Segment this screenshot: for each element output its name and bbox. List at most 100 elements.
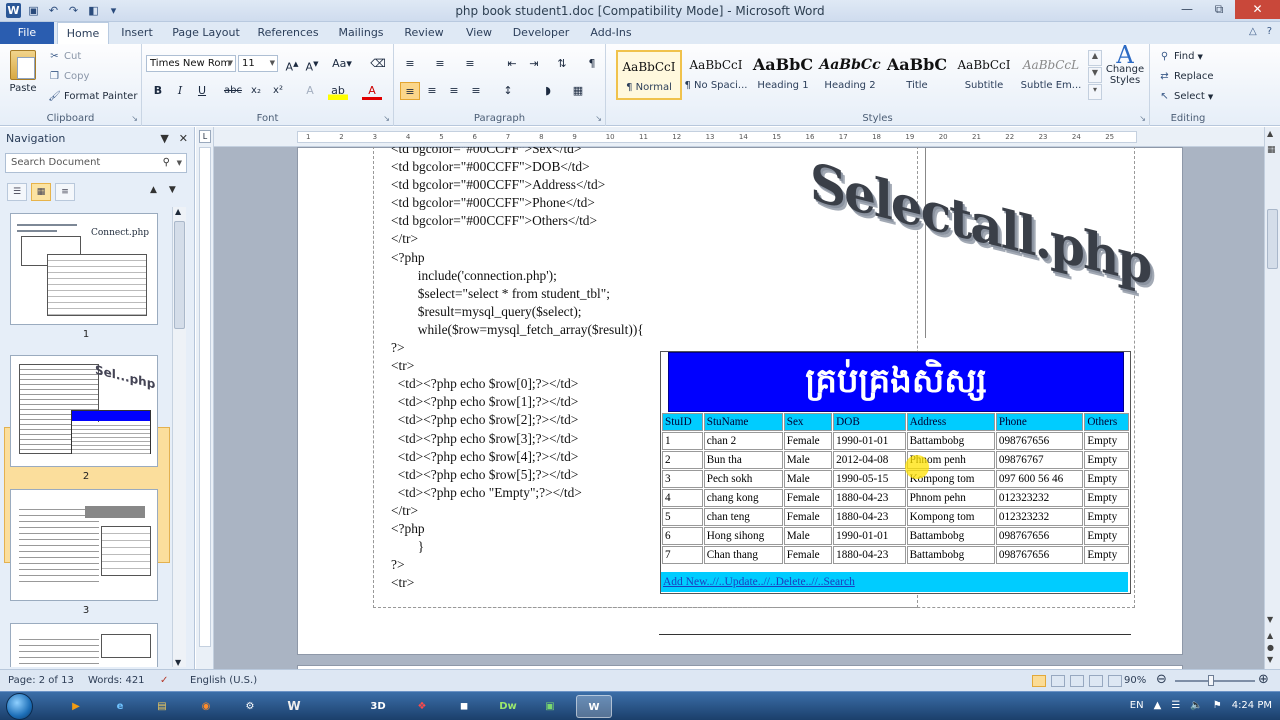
language-bar[interactable]: EN: [1130, 700, 1144, 711]
line-spacing-icon[interactable]: ↕: [498, 82, 518, 100]
increase-indent-icon[interactable]: ⇥: [524, 55, 544, 73]
ie-icon[interactable]: e: [102, 695, 138, 718]
scroll-down-icon[interactable]: ▼: [175, 658, 181, 667]
page-thumbnail-1[interactable]: Connect.php 1: [10, 213, 162, 340]
restore-button[interactable]: ⧉: [1203, 0, 1235, 19]
w-app-icon[interactable]: W: [276, 695, 312, 718]
font-name-combo[interactable]: Times New Rom ▼: [146, 55, 236, 72]
next-icon[interactable]: ▼: [169, 185, 176, 195]
explorer-icon[interactable]: ▤: [144, 695, 180, 718]
clock[interactable]: 4:24 PM: [1232, 700, 1272, 711]
cut-button[interactable]: ✂ Cut: [48, 50, 81, 63]
select-button[interactable]: ↖ Select ▼: [1158, 90, 1213, 103]
media-player-icon[interactable]: ▶: [58, 695, 94, 718]
tab-view[interactable]: View: [457, 22, 501, 44]
document-page[interactable]: <td bgcolor="#00CCFF">Sex</td> <td bgcolo…: [297, 147, 1183, 655]
style-heading-1[interactable]: AaBbC Heading 1: [750, 50, 816, 100]
minimize-button[interactable]: —: [1171, 0, 1203, 19]
tab-file[interactable]: File: [0, 22, 54, 44]
search-document-input[interactable]: Search Document ⚲ ▼: [5, 153, 187, 173]
scroll-thumb[interactable]: [174, 221, 185, 329]
format-painter-button[interactable]: 🖌 Format Painter: [48, 90, 137, 103]
grow-font-icon[interactable]: A▲: [282, 55, 302, 74]
paint-icon[interactable]: ⚙: [232, 695, 268, 718]
ruler-toggle-icon[interactable]: ▦: [1267, 145, 1276, 155]
dialog-launcher-icon[interactable]: ↘: [595, 114, 602, 123]
zoom-slider[interactable]: [1175, 680, 1255, 682]
change-styles-button[interactable]: A Change Styles: [1104, 43, 1146, 86]
php-code-block[interactable]: <td bgcolor="#00CCFF">Sex</td> <td bgcolo…: [391, 147, 644, 592]
dialog-launcher-icon[interactable]: ↘: [383, 114, 390, 123]
style-no-spacing[interactable]: AaBbCcI ¶ No Spaci...: [683, 50, 749, 100]
tab-selector-icon[interactable]: L: [199, 130, 211, 143]
language-indicator[interactable]: English (U.S.): [190, 675, 257, 686]
style-title[interactable]: AaBbC Title: [884, 50, 950, 100]
change-case-icon[interactable]: Aa▾: [330, 55, 354, 73]
bold-button[interactable]: B: [148, 82, 168, 100]
underline-button[interactable]: U: [192, 82, 212, 100]
strikethrough-button[interactable]: abc: [222, 82, 244, 100]
search-icon[interactable]: ⚲: [163, 154, 170, 172]
flag-icon[interactable]: ⚑: [1213, 700, 1222, 711]
print-layout-icon[interactable]: [1032, 675, 1046, 687]
help-icon[interactable]: ?: [1267, 26, 1272, 37]
styles-scroll-up-icon[interactable]: ▲: [1088, 50, 1102, 66]
font-color-icon[interactable]: A: [362, 82, 382, 100]
word-count[interactable]: Words: 421: [88, 675, 145, 686]
proofing-icon[interactable]: ✓: [160, 675, 168, 686]
italic-button[interactable]: I: [170, 82, 190, 100]
tab-page-layout[interactable]: Page Layout: [168, 22, 244, 44]
zoom-out-icon[interactable]: ⊖: [1156, 672, 1167, 687]
results-view-icon[interactable]: ≡: [55, 183, 75, 201]
zoom-in-icon[interactable]: ⊕: [1258, 672, 1269, 687]
text-effects-icon[interactable]: A: [300, 82, 320, 100]
align-right-icon[interactable]: ≡: [444, 82, 464, 100]
scroll-up-icon[interactable]: ▲: [1267, 129, 1273, 138]
tray-arrow-icon[interactable]: ▲: [1154, 700, 1162, 711]
align-left-icon[interactable]: ≡: [400, 82, 420, 100]
page-thumbnail-2[interactable]: Sel...php 2: [10, 355, 162, 482]
network-icon[interactable]: ☰: [1171, 700, 1180, 711]
tab-insert[interactable]: Insert: [112, 22, 162, 44]
minimize-ribbon-icon[interactable]: △: [1249, 26, 1257, 37]
volume-icon[interactable]: 🔈: [1190, 700, 1202, 711]
dialog-launcher-icon[interactable]: ↘: [131, 114, 138, 123]
copy-button[interactable]: ❐ Copy: [48, 70, 89, 83]
page-thumbnail-4[interactable]: [10, 623, 162, 667]
tab-add-ins[interactable]: Add-Ins: [582, 22, 640, 44]
headings-view-icon[interactable]: ☰: [7, 183, 27, 201]
chevron-down-icon[interactable]: ▼: [177, 154, 182, 172]
close-button[interactable]: ✕: [1235, 0, 1280, 19]
sort-icon[interactable]: ⇅: [552, 55, 572, 73]
find-button[interactable]: ⚲ Find ▼: [1158, 50, 1203, 63]
dialog-launcher-icon[interactable]: ↘: [1139, 114, 1146, 123]
table-footer-links[interactable]: Add New..//..Update..//..Delete..//..Sea…: [661, 572, 1128, 592]
tab-mailings[interactable]: Mailings: [332, 22, 390, 44]
style-normal[interactable]: AaBbCcI ¶ Normal: [616, 50, 682, 100]
previous-page-icon[interactable]: ▲: [1267, 631, 1273, 640]
select-browse-object-icon[interactable]: ●: [1267, 643, 1274, 652]
web-layout-icon[interactable]: [1070, 675, 1084, 687]
clear-formatting-icon[interactable]: ⌫: [368, 55, 388, 73]
scroll-thumb[interactable]: [1267, 209, 1278, 269]
multilevel-list-icon[interactable]: ≡: [460, 55, 480, 73]
page-thumbnail-3[interactable]: 3: [10, 489, 162, 616]
tab-references[interactable]: References: [250, 22, 326, 44]
close-icon[interactable]: ✕: [179, 132, 188, 145]
shrink-font-icon[interactable]: A▼: [302, 55, 322, 74]
draft-icon[interactable]: [1108, 675, 1122, 687]
word-icon[interactable]: W: [576, 695, 612, 718]
scroll-down-icon[interactable]: ▼: [1267, 615, 1273, 624]
shading-icon[interactable]: ◗: [538, 82, 558, 100]
zoom-slider-handle[interactable]: [1208, 675, 1214, 686]
document-scrollbar[interactable]: ▲ ▦ ▼ ▲ ● ▼: [1264, 127, 1280, 669]
tab-home[interactable]: Home: [57, 22, 109, 44]
scroll-up-icon[interactable]: ▲: [175, 207, 181, 216]
decrease-indent-icon[interactable]: ⇤: [502, 55, 522, 73]
style-subtitle[interactable]: AaBbCcI Subtitle: [951, 50, 1017, 100]
navigation-scrollbar[interactable]: ▲ ▼: [172, 207, 186, 667]
styles-scroll-down-icon[interactable]: ▼: [1088, 67, 1102, 83]
replace-button[interactable]: ⇄ Replace: [1158, 70, 1213, 83]
next-page-icon[interactable]: ▼: [1267, 655, 1273, 664]
pages-view-icon[interactable]: ▦: [31, 183, 51, 201]
